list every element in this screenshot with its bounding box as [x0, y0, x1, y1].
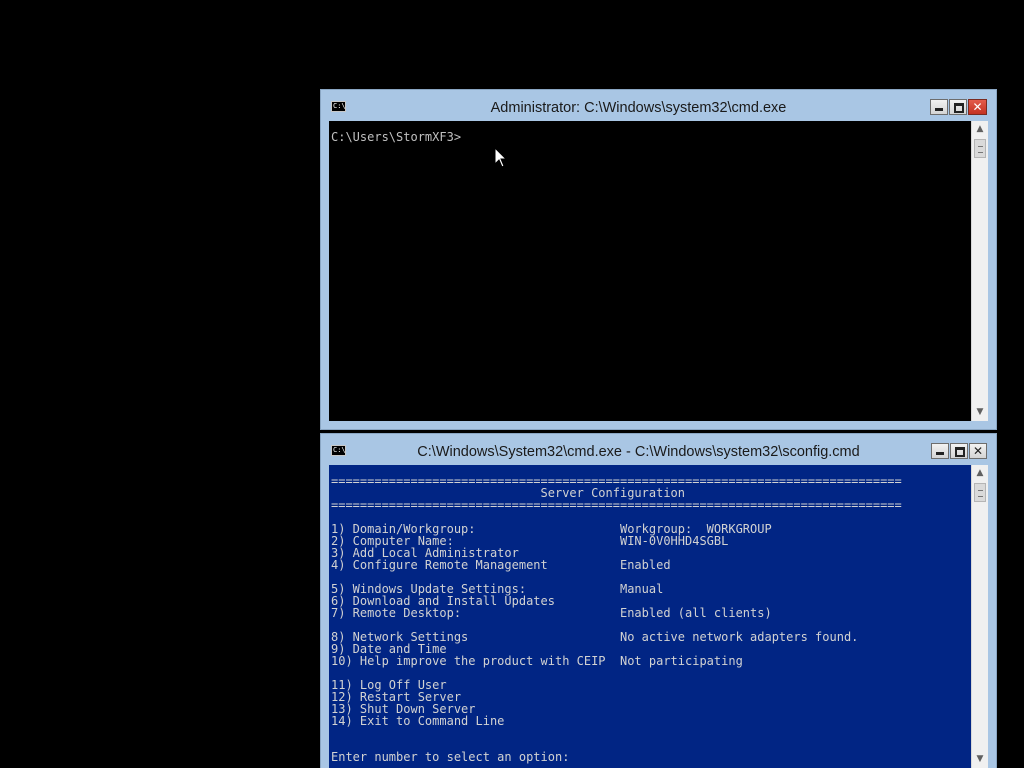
close-icon: ✕	[972, 100, 983, 114]
cmd-window-sconfig[interactable]: C:\ C:\Windows\System32\cmd.exe - C:\Win…	[320, 433, 997, 768]
close-button[interactable]: ✕	[968, 99, 987, 115]
console-client-area: ========================================…	[329, 465, 988, 768]
close-button[interactable]: ✕	[969, 443, 987, 459]
scroll-up-arrow-icon[interactable]: ▲	[972, 121, 988, 138]
window-title: Administrator: C:\Windows\system32\cmd.e…	[490, 100, 787, 116]
console-line: ========================================…	[331, 498, 902, 512]
close-icon: ✕	[972, 444, 984, 458]
console-line: 7) Remote Desktop: Enabled (all clients)	[331, 606, 772, 620]
scroll-up-arrow-icon[interactable]: ▲	[972, 465, 988, 482]
cmd-icon[interactable]: C:\	[331, 101, 346, 112]
console-line: 4) Configure Remote Management Enabled	[331, 558, 671, 572]
scroll-down-arrow-icon[interactable]: ▼	[972, 404, 988, 421]
cmd-icon[interactable]: C:\	[331, 445, 346, 456]
cmd-icon-text: C:\	[333, 102, 346, 110]
caption-buttons: ✕	[931, 443, 987, 460]
cmd-window-administrator[interactable]: C:\ Administrator: C:\Windows\system32\c…	[320, 89, 997, 430]
scroll-thumb[interactable]	[974, 483, 986, 502]
mouse-pointer-icon	[494, 147, 508, 168]
maximize-button[interactable]	[949, 99, 967, 115]
sconfig-console-output[interactable]: ========================================…	[329, 465, 971, 768]
maximize-button[interactable]	[950, 443, 968, 459]
minimize-icon	[935, 108, 943, 111]
window-title: C:\Windows\System32\cmd.exe - C:\Windows…	[417, 444, 860, 460]
maximize-icon	[954, 103, 964, 113]
console-client-area: C:\Users\StormXF3> ▲ ▼	[329, 121, 988, 421]
vertical-scrollbar[interactable]: ▲ ▼	[971, 121, 988, 421]
title-bar[interactable]: C:\ Administrator: C:\Windows\system32\c…	[321, 90, 996, 121]
console-output[interactable]: C:\Users\StormXF3>	[329, 121, 971, 421]
console-line: Enter number to select an option:	[331, 750, 570, 764]
cmd-icon-text: C:\	[333, 446, 346, 454]
console-line: 10) Help improve the product with CEIP N…	[331, 654, 743, 668]
vertical-scrollbar[interactable]: ▲ ▼	[971, 465, 988, 768]
console-line: C:\Users\StormXF3>	[331, 130, 462, 144]
minimize-button[interactable]	[930, 99, 948, 115]
title-bar[interactable]: C:\ C:\Windows\System32\cmd.exe - C:\Win…	[321, 434, 996, 465]
minimize-button[interactable]	[931, 443, 949, 459]
scroll-down-arrow-icon[interactable]: ▼	[972, 751, 988, 768]
scroll-thumb[interactable]	[974, 139, 986, 158]
minimize-icon	[936, 452, 944, 455]
caption-buttons: ✕	[930, 99, 987, 116]
console-line: 14) Exit to Command Line	[331, 714, 505, 728]
maximize-icon	[955, 447, 965, 457]
